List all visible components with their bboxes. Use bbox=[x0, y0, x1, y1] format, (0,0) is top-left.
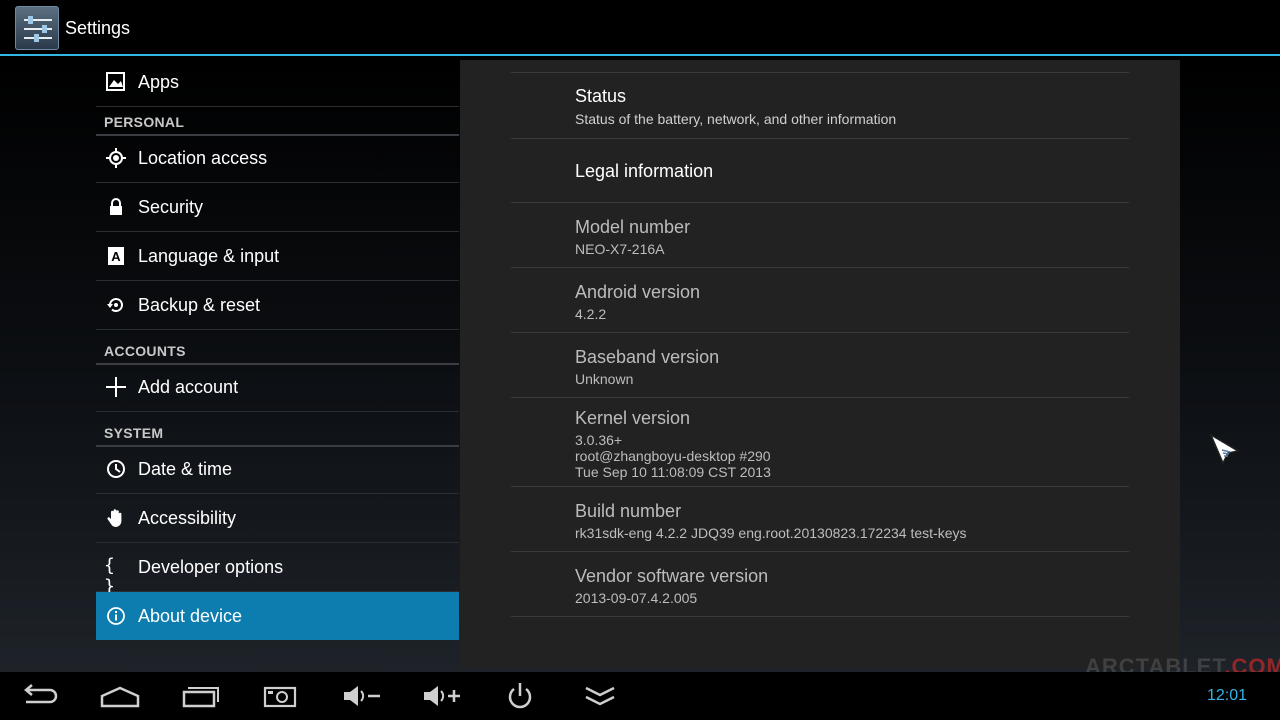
volume-down-icon[interactable] bbox=[338, 680, 382, 712]
home-icon[interactable] bbox=[98, 680, 142, 712]
plus-icon bbox=[106, 377, 126, 397]
item-value: NEO-X7-216A bbox=[575, 241, 665, 257]
hand-icon bbox=[106, 508, 126, 528]
action-bar: Settings bbox=[0, 0, 1280, 56]
sidebar-item-label: Backup & reset bbox=[138, 295, 261, 315]
section-header-personal: PERSONAL bbox=[96, 108, 459, 136]
item-title: Model number bbox=[575, 217, 691, 237]
kernel-version-item: Kernel version 3.0.36+ root@zhangboyu-de… bbox=[511, 398, 1129, 487]
item-title: Baseband version bbox=[575, 347, 720, 367]
backup-restore-icon bbox=[106, 295, 126, 315]
sidebar-item-location[interactable]: Location access bbox=[96, 134, 459, 183]
sidebar-item-label: Location access bbox=[138, 148, 268, 168]
model-number-item: Model number NEO-X7-216A bbox=[511, 203, 1129, 268]
recent-apps-icon[interactable] bbox=[178, 680, 222, 712]
item-title: Status bbox=[575, 86, 627, 106]
android-version-item[interactable]: Android version 4.2.2 bbox=[511, 268, 1129, 333]
item-value: rk31sdk-eng 4.2.2 JDQ39 eng.root.2013082… bbox=[575, 525, 967, 541]
item-value-line3: Tue Sep 10 11:08:09 CST 2013 bbox=[575, 464, 771, 480]
vendor-software-version-item: Vendor software version 2013-09-07.4.2.0… bbox=[511, 552, 1129, 617]
sidebar-item-date-time[interactable]: Date & time bbox=[96, 445, 459, 494]
item-title: Android version bbox=[575, 282, 701, 302]
info-icon bbox=[106, 606, 126, 626]
screenshot-icon[interactable] bbox=[258, 680, 302, 712]
sidebar-item-apps[interactable]: Apps bbox=[96, 58, 459, 107]
page-title: Settings bbox=[65, 18, 131, 38]
item-title: Build number bbox=[575, 501, 682, 521]
sidebar-item-security[interactable]: Security bbox=[96, 183, 459, 232]
item-value: Unknown bbox=[575, 371, 634, 387]
item-value: 4.2.2 bbox=[575, 306, 607, 322]
clock: 12:01 bbox=[1207, 687, 1248, 704]
clock-icon bbox=[106, 459, 126, 479]
settings-sliders-icon[interactable] bbox=[15, 6, 59, 50]
location-crosshair-icon bbox=[106, 148, 126, 168]
hide-bar-icon[interactable] bbox=[578, 680, 622, 712]
section-header-accounts: ACCOUNTS bbox=[96, 337, 459, 365]
main-area: Apps PERSONAL Location access Security A… bbox=[0, 58, 1280, 672]
item-title: Legal information bbox=[575, 161, 714, 181]
sidebar-item-label: Accessibility bbox=[138, 508, 237, 528]
legal-information-item[interactable]: Legal information bbox=[511, 139, 1129, 203]
item-title: Vendor software version bbox=[575, 566, 769, 586]
sidebar-item-label: Date & time bbox=[138, 459, 233, 479]
sidebar-item-about[interactable]: About device bbox=[96, 592, 459, 640]
volume-up-icon[interactable] bbox=[418, 680, 462, 712]
section-header-system: SYSTEM bbox=[96, 419, 459, 447]
navigation-bar: 12:01 bbox=[0, 672, 1280, 720]
apps-icon bbox=[106, 72, 126, 92]
sidebar-item-label: Language & input bbox=[138, 246, 280, 266]
build-number-item[interactable]: Build number rk31sdk-eng 4.2.2 JDQ39 eng… bbox=[511, 487, 1129, 552]
braces-icon: { } bbox=[104, 555, 115, 597]
settings-category-list: Apps PERSONAL Location access Security A… bbox=[96, 58, 459, 672]
sidebar-item-label: Add account bbox=[138, 377, 239, 397]
power-icon[interactable] bbox=[498, 680, 542, 712]
item-value-line1: 3.0.36+ bbox=[575, 432, 623, 448]
status-item[interactable]: Status Status of the battery, network, a… bbox=[511, 73, 1129, 139]
keyboard-letter-icon: A bbox=[106, 246, 126, 266]
sidebar-item-label: Security bbox=[138, 197, 204, 217]
sidebar-item-developer[interactable]: { } Developer options bbox=[96, 543, 459, 597]
sidebar-item-label: Developer options bbox=[138, 557, 284, 577]
item-title: Kernel version bbox=[575, 408, 691, 428]
item-value: 2013-09-07.4.2.005 bbox=[575, 590, 698, 606]
baseband-version-item: Baseband version Unknown bbox=[511, 333, 1129, 398]
back-icon[interactable] bbox=[18, 680, 62, 712]
sidebar-item-label: Apps bbox=[138, 72, 180, 92]
mouse-cursor-icon bbox=[1208, 432, 1242, 471]
about-device-panel: Status Status of the battery, network, a… bbox=[460, 60, 1180, 668]
sidebar-item-add-account[interactable]: Add account bbox=[96, 363, 459, 412]
item-value-line2: root@zhangboyu-desktop #290 bbox=[575, 448, 771, 464]
sidebar-item-backup[interactable]: Backup & reset bbox=[96, 281, 459, 330]
sidebar-item-label: About device bbox=[138, 606, 243, 626]
svg-text:A: A bbox=[111, 249, 121, 264]
item-subtitle: Status of the battery, network, and othe… bbox=[575, 111, 897, 127]
sidebar-item-language[interactable]: A Language & input bbox=[96, 232, 459, 281]
sidebar-item-accessibility[interactable]: Accessibility bbox=[96, 494, 459, 543]
lock-icon bbox=[106, 197, 126, 217]
